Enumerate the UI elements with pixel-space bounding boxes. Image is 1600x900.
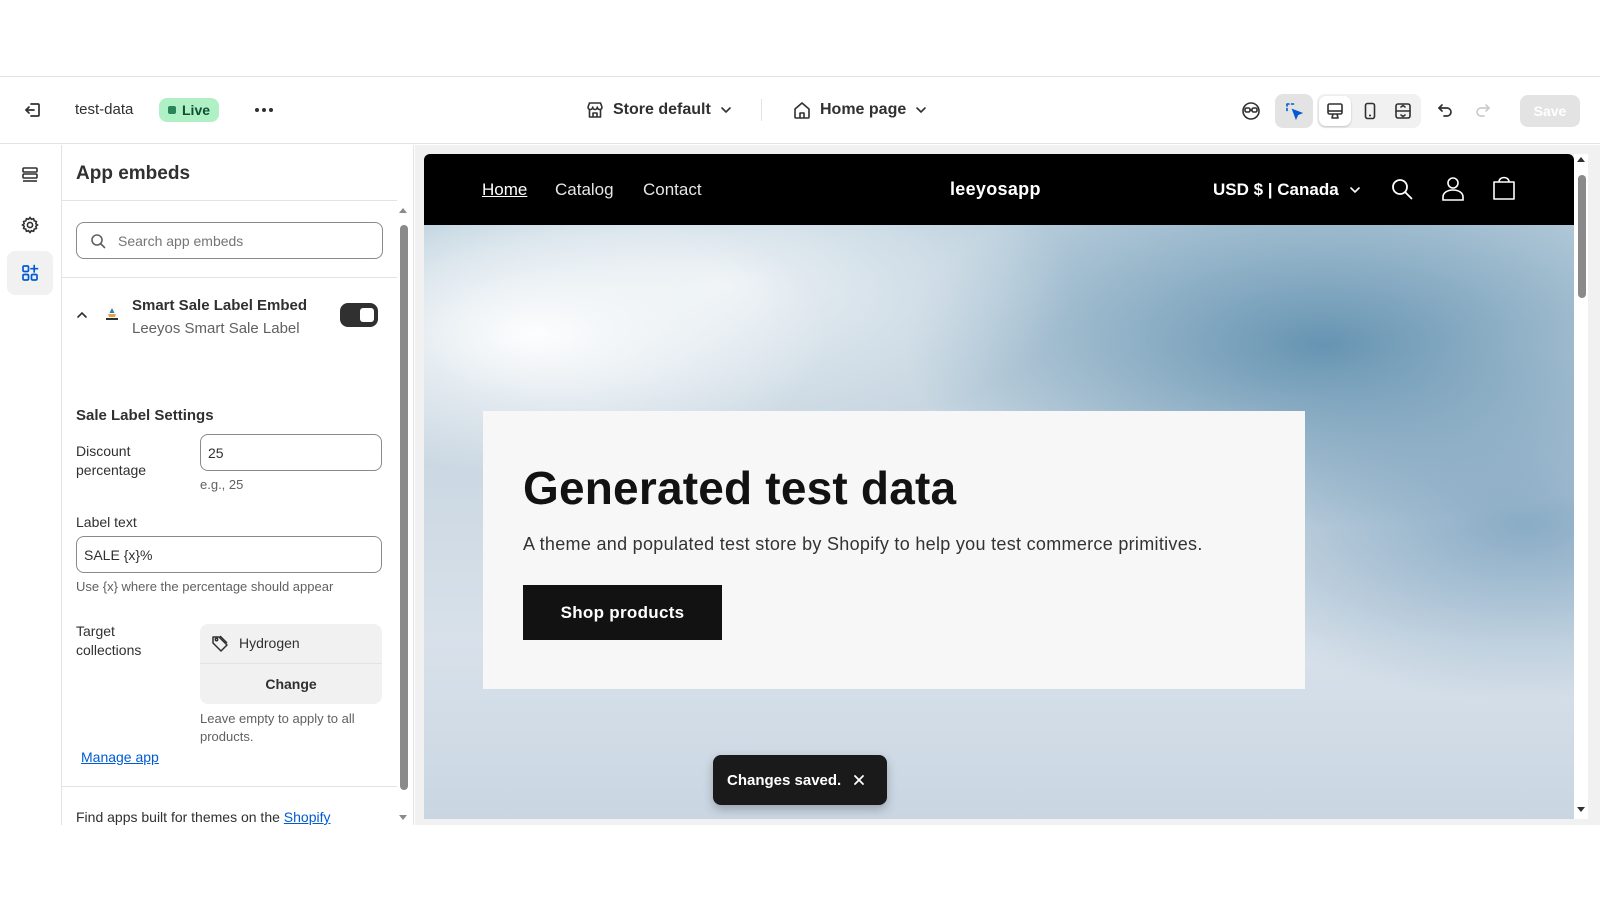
- app-embed-item: Smart Sale Label Embed Leeyos Smart Sale…: [62, 285, 397, 375]
- label-text-help: Use {x} where the percentage should appe…: [76, 579, 334, 594]
- collection-item-label: Hydrogen: [239, 635, 300, 651]
- discount-value: 25: [208, 444, 224, 461]
- section-title: Sale Label Settings: [76, 407, 214, 424]
- more-icon[interactable]: [251, 97, 277, 123]
- hero-banner: Generated test data A theme and populate…: [424, 225, 1574, 819]
- hero-title: Generated test data: [523, 462, 957, 514]
- save-button[interactable]: Save: [1520, 95, 1580, 127]
- collection-item[interactable]: Hydrogen: [200, 624, 382, 662]
- editor-side-rail: [0, 145, 62, 825]
- discount-label: Discount percentage: [76, 443, 147, 478]
- collection-picker: Hydrogen Change: [200, 624, 382, 704]
- tag-icon: [212, 635, 228, 652]
- cart-icon[interactable]: [1489, 173, 1519, 203]
- account-icon[interactable]: [1438, 173, 1468, 203]
- select-icon[interactable]: [1281, 98, 1307, 124]
- rail-item-theme-settings[interactable]: [7, 203, 53, 247]
- toast-message: Changes saved.: [727, 771, 842, 789]
- embed-subtitle: Leeyos Smart Sale Label: [132, 320, 300, 337]
- shop-products-button[interactable]: Shop products: [523, 585, 722, 640]
- editor-topbar: test-data Live Store default Home page S…: [0, 77, 1600, 144]
- divider: [62, 786, 397, 787]
- close-icon[interactable]: [853, 774, 865, 786]
- preview-scrollbar-thumb[interactable]: [1578, 175, 1586, 298]
- divider: [62, 277, 397, 278]
- search-app-embeds[interactable]: [76, 222, 383, 259]
- label-text-label: Label text: [76, 514, 137, 530]
- shopify-link[interactable]: Shopify: [284, 809, 331, 825]
- page-picker-label: Home page: [820, 101, 907, 118]
- store-icon: [587, 102, 603, 118]
- nav-contact[interactable]: Contact: [643, 180, 702, 200]
- window-top-gap: [0, 0, 1600, 77]
- chevron-down-icon: [916, 107, 927, 114]
- currency-selector[interactable]: USD $ | Canada: [1213, 180, 1361, 200]
- apps-icon: [22, 264, 39, 281]
- discount-field[interactable]: 25: [200, 434, 382, 471]
- toggle-knob: [360, 308, 374, 322]
- discount-help: e.g., 25: [200, 477, 244, 492]
- store-name: test-data: [75, 101, 134, 118]
- app-logo-icon: [102, 305, 122, 325]
- panel-footer: Find apps built for themes on the Shopif…: [76, 808, 331, 825]
- rail-item-sections[interactable]: [7, 153, 53, 197]
- mobile-icon[interactable]: [1358, 98, 1382, 124]
- divider: [62, 200, 397, 201]
- label-text-field[interactable]: SALE {x}%: [76, 536, 382, 573]
- search-input[interactable]: [118, 232, 368, 249]
- chevron-up-icon[interactable]: [72, 305, 92, 325]
- inspector-icon[interactable]: [1237, 96, 1265, 126]
- fullscreen-icon[interactable]: [1391, 98, 1415, 124]
- page-picker[interactable]: Home page: [792, 95, 928, 125]
- panel-scrollbar-thumb[interactable]: [400, 225, 408, 790]
- theme-picker[interactable]: Store default: [585, 95, 733, 125]
- app-embeds-panel: App embeds Smart Sale Label Embed Leeyos…: [62, 145, 414, 825]
- panel-title: App embeds: [76, 163, 191, 184]
- window-bottom-gap: [0, 825, 1600, 900]
- search-icon[interactable]: [1387, 174, 1417, 204]
- embed-title: Smart Sale Label Embed: [132, 297, 308, 314]
- rail-item-app-embeds[interactable]: [7, 251, 53, 295]
- desktop-icon[interactable]: [1323, 98, 1347, 124]
- home-icon: [794, 102, 810, 119]
- exit-icon[interactable]: [20, 97, 46, 123]
- chevron-down-icon: [1349, 187, 1360, 194]
- nav-home[interactable]: Home: [482, 180, 527, 200]
- toast: Changes saved.: [713, 755, 887, 805]
- live-dot-icon: [168, 106, 176, 114]
- topbar-divider: [761, 99, 762, 121]
- hero-card: Generated test data A theme and populate…: [483, 411, 1305, 689]
- gear-icon: [21, 216, 39, 234]
- hero-subtitle: A theme and populated test store by Shop…: [523, 534, 1203, 554]
- sections-icon: [22, 167, 38, 182]
- status-badge-label: Live: [182, 102, 211, 118]
- chevron-down-icon: [720, 107, 731, 114]
- store-header: Home Catalog Contact leeyosapp USD $ | C…: [424, 154, 1574, 225]
- collections-help: Leave empty to apply to all products.: [200, 711, 355, 744]
- theme-picker-label: Store default: [613, 101, 711, 118]
- search-icon: [91, 233, 106, 248]
- embed-enabled-toggle[interactable]: [340, 303, 378, 327]
- storefront-preview: Home Catalog Contact leeyosapp USD $ | C…: [424, 154, 1574, 819]
- currency-label: USD $ | Canada: [1213, 180, 1339, 199]
- undo-icon[interactable]: [1432, 97, 1458, 123]
- label-text-value: SALE {x}%: [84, 546, 153, 563]
- collections-label: Target collections: [76, 623, 142, 658]
- manage-app-link[interactable]: Manage app: [81, 748, 159, 767]
- nav-catalog[interactable]: Catalog: [555, 180, 614, 200]
- footer-text: Find apps built for themes on the: [76, 809, 284, 825]
- status-badge: Live: [159, 98, 220, 122]
- store-brand[interactable]: leeyosapp: [950, 179, 1041, 200]
- change-collections-button[interactable]: Change: [200, 663, 382, 703]
- redo-icon[interactable]: [1470, 97, 1496, 123]
